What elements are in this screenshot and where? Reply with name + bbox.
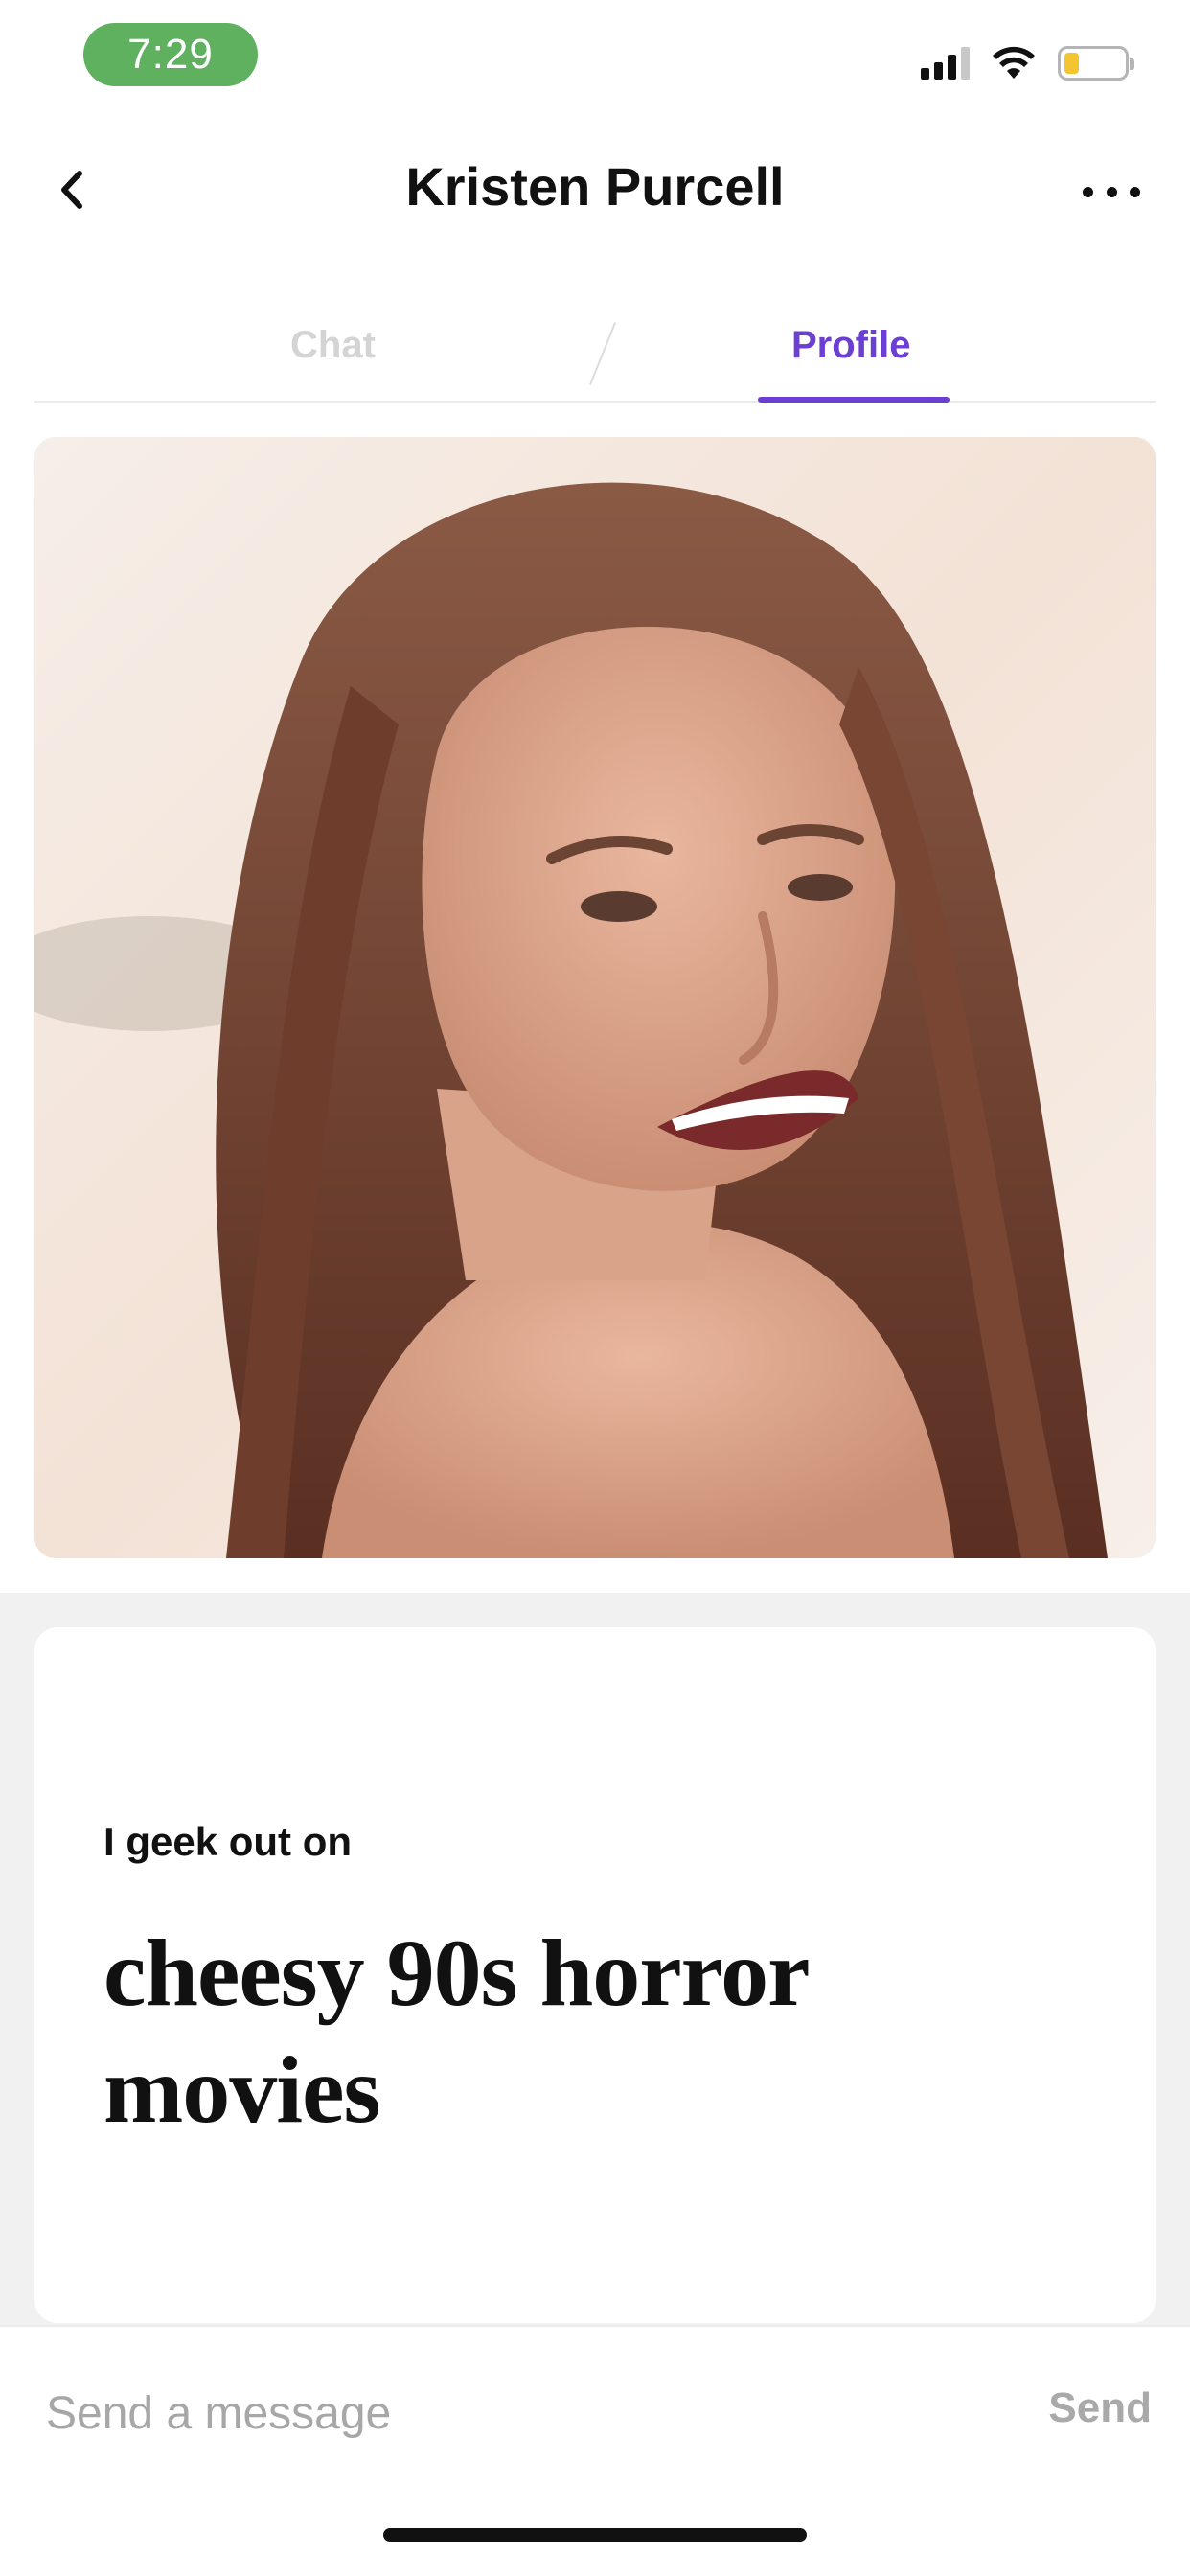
tab-profile[interactable]: Profile [791, 324, 910, 367]
nav-bar: Kristen Purcell [0, 134, 1190, 249]
send-button[interactable]: Send [1048, 2384, 1152, 2432]
tab-divider [588, 322, 617, 385]
signal-icon [921, 47, 970, 80]
active-tab-indicator [758, 397, 950, 402]
home-indicator [383, 2528, 807, 2542]
prompt-card[interactable]: I geek out on cheesy 90s horror movies [34, 1627, 1156, 2323]
wifi-icon [993, 46, 1035, 79]
tab-bar: Chat Profile [34, 297, 1156, 402]
battery-icon [1058, 46, 1134, 80]
status-icons [921, 42, 1134, 84]
prompt-answer: cheesy 90s horror movies [103, 1920, 809, 2143]
ellipsis-icon [1083, 186, 1093, 197]
tab-chat[interactable]: Chat [290, 324, 376, 367]
more-options-button[interactable] [1083, 172, 1140, 211]
message-composer: Send [0, 2325, 1190, 2576]
profile-photo[interactable] [34, 437, 1156, 1558]
status-bar: 7:29 [0, 0, 1190, 115]
profile-photo-illustration [34, 437, 1156, 1558]
page-title: Kristen Purcell [405, 156, 785, 217]
prompt-question: I geek out on [103, 1819, 353, 1864]
message-input[interactable] [46, 2375, 908, 2451]
profile-prompts-section: I geek out on cheesy 90s horror movies [0, 1593, 1190, 2327]
status-time: 7:29 [83, 23, 258, 86]
